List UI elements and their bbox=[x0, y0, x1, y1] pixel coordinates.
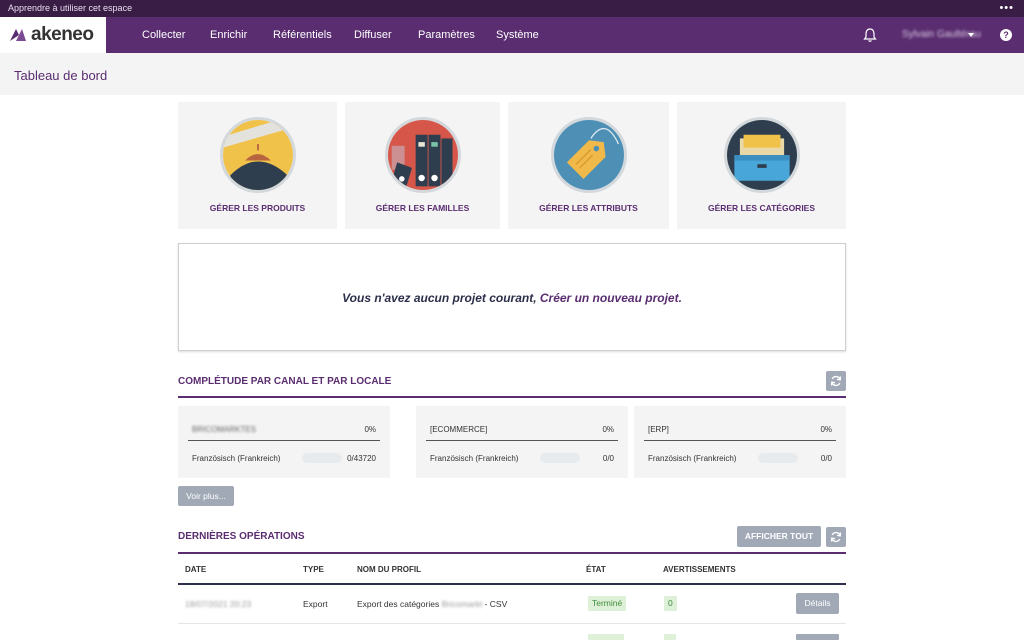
col-profile[interactable]: NOM DU PROFIL bbox=[357, 565, 421, 574]
refresh-icon bbox=[830, 375, 842, 387]
operations-title: DERNIÈRES OPÉRATIONS bbox=[178, 531, 305, 542]
status-badge: Terminé bbox=[588, 596, 627, 611]
more-menu-icon[interactable]: ••• bbox=[999, 0, 1014, 17]
channel-percent: 0% bbox=[364, 425, 376, 434]
nav-enrichir[interactable]: Enrichir bbox=[210, 17, 247, 53]
details-button-partial[interactable] bbox=[796, 634, 839, 640]
show-all-button[interactable]: AFFICHER TOUT bbox=[737, 526, 821, 547]
nav-systeme[interactable]: Système bbox=[496, 17, 539, 53]
col-status[interactable]: ÉTAT bbox=[586, 565, 606, 574]
col-type[interactable]: TYPE bbox=[303, 565, 324, 574]
channel-name: BRICOMARKTES bbox=[192, 425, 257, 434]
refresh-icon bbox=[830, 531, 842, 543]
channel-divider bbox=[644, 440, 836, 441]
profile-suffix: - CSV bbox=[482, 599, 508, 609]
completeness-bar bbox=[540, 453, 580, 463]
channel-name: [ECOMMERCE] bbox=[430, 425, 488, 434]
tile-manage-products[interactable]: GÉRER LES PRODUITS bbox=[178, 102, 337, 229]
completeness-count: 0/43720 bbox=[347, 454, 376, 463]
akeneo-logo-icon bbox=[10, 29, 26, 41]
channel-card: [ECOMMERCE] 0% Französisch (Frankreich) … bbox=[416, 406, 628, 478]
chevron-down-icon[interactable] bbox=[968, 33, 974, 37]
completeness-count: 0/0 bbox=[820, 454, 832, 463]
tile-label: GÉRER LES CATÉGORIES bbox=[707, 203, 816, 213]
nav-diffuser[interactable]: Diffuser bbox=[354, 17, 392, 53]
profile-prefix: Export des catégories bbox=[357, 599, 440, 609]
table-header-divider bbox=[178, 583, 846, 585]
tag-icon bbox=[550, 117, 627, 193]
see-more-button[interactable]: Voir plus... bbox=[178, 486, 234, 506]
locale-name: Französisch (Frankreich) bbox=[648, 454, 737, 463]
row-divider bbox=[178, 623, 846, 624]
channel-card: [ERP] 0% Französisch (Frankreich) 0/0 bbox=[634, 406, 846, 478]
completeness-count: 0/0 bbox=[602, 454, 614, 463]
cell-type: Export bbox=[303, 599, 328, 609]
page-title: Tableau de bord bbox=[14, 68, 108, 83]
completeness-bar bbox=[758, 453, 798, 463]
status-badge-partial bbox=[588, 634, 624, 640]
learning-banner-text[interactable]: Apprendre à utiliser cet espace bbox=[8, 3, 132, 13]
current-project-panel: Vous n'avez aucun projet courant, Créer … bbox=[178, 243, 846, 351]
cell-date: 18/07/2021 20:23 bbox=[185, 599, 252, 609]
drawer-icon bbox=[723, 117, 800, 193]
section-divider bbox=[178, 552, 846, 554]
completeness-bar bbox=[302, 453, 342, 463]
main-navbar: akeneo Collecter Enrichir Référentiels D… bbox=[0, 17, 1024, 53]
akeneo-logo[interactable]: akeneo bbox=[0, 17, 106, 53]
channel-card: BRICOMARKTES 0% Französisch (Frankreich)… bbox=[178, 406, 390, 478]
tile-manage-families[interactable]: GÉRER LES FAMILLES bbox=[345, 102, 500, 229]
channel-divider bbox=[426, 440, 618, 441]
no-project-message: Vous n'avez aucun projet courant, Créer … bbox=[179, 291, 845, 305]
profile-channel: Bricomarkt bbox=[441, 599, 483, 609]
channel-percent: 0% bbox=[602, 425, 614, 434]
tile-manage-attributes[interactable]: GÉRER LES ATTRIBUTS bbox=[508, 102, 669, 229]
nav-parametres[interactable]: Paramètres bbox=[418, 17, 475, 53]
warnings-badge: 0 bbox=[664, 596, 677, 611]
locale-name: Französisch (Frankreich) bbox=[430, 454, 519, 463]
details-button[interactable]: Détails bbox=[796, 593, 839, 614]
warnings-badge-partial bbox=[664, 634, 676, 640]
create-project-link[interactable]: Créer un nouveau projet. bbox=[540, 291, 682, 305]
hanger-icon bbox=[219, 117, 296, 193]
channel-percent: 0% bbox=[820, 425, 832, 434]
brand-name: akeneo bbox=[31, 24, 94, 45]
operations-refresh-button[interactable] bbox=[826, 527, 846, 547]
bell-icon[interactable] bbox=[862, 27, 878, 43]
channel-divider bbox=[188, 440, 380, 441]
section-divider bbox=[178, 396, 846, 398]
page-header: Tableau de bord bbox=[0, 53, 1024, 95]
completeness-refresh-button[interactable] bbox=[826, 371, 846, 391]
locale-name: Französisch (Frankreich) bbox=[192, 454, 281, 463]
cell-profile: Export des catégories Bricomarkt - CSV bbox=[357, 599, 507, 609]
tile-label: GÉRER LES FAMILLES bbox=[375, 203, 470, 213]
tile-label: GÉRER LES ATTRIBUTS bbox=[539, 203, 638, 213]
completeness-title: COMPLÉTUDE PAR CANAL ET PAR LOCALE bbox=[178, 376, 392, 387]
tile-manage-categories[interactable]: GÉRER LES CATÉGORIES bbox=[677, 102, 846, 229]
col-warnings[interactable]: AVERTISSEMENTS bbox=[663, 565, 736, 574]
learning-banner[interactable]: Apprendre à utiliser cet espace ••• bbox=[0, 0, 1024, 17]
tile-label: GÉRER LES PRODUITS bbox=[209, 203, 306, 213]
no-project-text: Vous n'avez aucun projet courant, bbox=[342, 291, 540, 305]
col-date[interactable]: DATE bbox=[185, 565, 206, 574]
channel-name: [ERP] bbox=[648, 425, 669, 434]
nav-collecter[interactable]: Collecter bbox=[142, 17, 185, 53]
nav-referentiels[interactable]: Référentiels bbox=[273, 17, 332, 53]
binders-icon bbox=[384, 117, 461, 193]
help-icon[interactable]: ? bbox=[1000, 29, 1012, 41]
